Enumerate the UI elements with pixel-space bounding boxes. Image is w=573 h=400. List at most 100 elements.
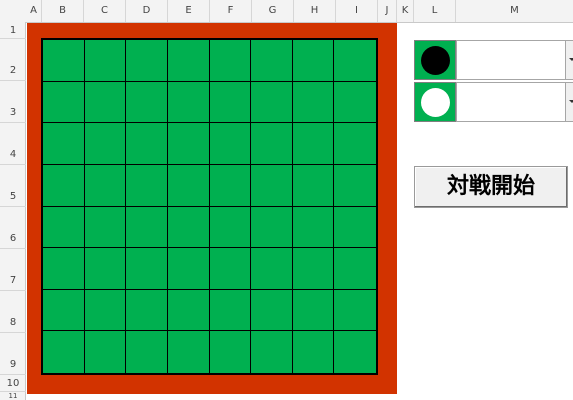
column-header-j[interactable]: J [378,0,397,22]
board-cell[interactable] [292,81,335,124]
board-cell[interactable] [167,248,210,290]
board-cell[interactable] [84,206,127,249]
column-header-g[interactable]: G [252,0,294,22]
column-header-f[interactable]: F [210,0,252,22]
row-header-4[interactable]: 4 [0,123,26,165]
row-header-7[interactable]: 7 [0,249,26,291]
board-cell[interactable] [43,164,85,207]
board-cell[interactable] [167,164,210,207]
column-header-bar: A B C D E F G H I J K L M [0,0,573,23]
row-header-10[interactable]: 10 [0,375,26,392]
board-cell[interactable] [126,206,168,249]
row-header-bar: 1 2 3 4 5 6 7 8 9 10 11 [0,22,26,400]
column-header-m[interactable]: M [456,0,573,22]
chevron-down-icon [569,100,573,103]
board-cell[interactable] [209,164,252,207]
othello-board[interactable] [41,38,378,375]
board-cell[interactable] [126,40,168,82]
white-player-select[interactable] [456,82,573,122]
board-cell[interactable] [167,81,210,124]
row-header-2[interactable]: 2 [0,39,26,81]
board-cell[interactable] [251,331,293,373]
board-cell[interactable] [126,248,168,290]
board-cell[interactable] [210,331,252,373]
board-cell[interactable] [167,123,210,165]
board-cell[interactable] [292,289,335,332]
board-cell[interactable] [251,123,293,165]
column-header-i[interactable]: I [336,0,378,22]
board-cell[interactable] [43,81,85,124]
board-cell[interactable] [126,289,168,332]
board-cell[interactable] [209,123,252,165]
board-cell[interactable] [292,248,335,290]
board-cell[interactable] [167,40,210,82]
column-header-a[interactable]: A [26,0,42,22]
board-cell[interactable] [43,206,85,249]
row-header-3[interactable]: 3 [0,81,26,123]
board-cell[interactable] [43,123,85,165]
board-cell[interactable] [292,123,335,165]
column-header-b[interactable]: B [42,0,84,22]
board-cell[interactable] [84,123,127,165]
board-cell[interactable] [167,206,210,249]
board-cell[interactable] [126,123,168,165]
column-header-d[interactable]: D [126,0,168,22]
column-header-l[interactable]: L [414,0,456,22]
board-cell[interactable] [43,331,85,373]
board-cell[interactable] [334,123,376,165]
board-cell[interactable] [209,289,252,332]
board-cell[interactable] [84,248,127,290]
board-cell[interactable] [209,40,252,82]
board-cell[interactable] [126,81,168,124]
board-cell[interactable] [43,289,85,332]
white-player-dropdown-button[interactable] [565,83,573,121]
board-cell[interactable] [251,40,293,82]
row-header-1[interactable]: 1 [0,22,26,39]
row-header-11[interactable]: 11 [0,392,26,400]
board-cell[interactable] [209,206,252,249]
black-player-dropdown-button[interactable] [565,41,573,79]
board-cell[interactable] [293,331,335,373]
start-match-button[interactable]: 対戦開始 [414,166,568,208]
board-cell[interactable] [84,289,127,332]
board-cell[interactable] [251,248,293,290]
board-cell[interactable] [126,164,168,207]
board-cell[interactable] [251,81,293,124]
board-cell[interactable] [209,81,252,124]
board-cell[interactable] [251,206,293,249]
column-header-h[interactable]: H [294,0,336,22]
board-cell[interactable] [334,207,376,249]
board-cell[interactable] [43,40,85,82]
row-header-5[interactable]: 5 [0,165,26,207]
white-stone-icon [421,88,450,117]
board-cell[interactable] [334,290,376,332]
black-player-select[interactable] [456,40,573,80]
column-header-e[interactable]: E [168,0,210,22]
board-cell[interactable] [334,331,376,373]
row-header-9[interactable]: 9 [0,333,26,375]
board-cell[interactable] [292,206,335,249]
board-cell[interactable] [167,289,210,332]
board-cell[interactable] [43,248,85,290]
row-header-8[interactable]: 8 [0,291,26,333]
board-cell[interactable] [85,331,127,373]
board-cell[interactable] [209,248,252,290]
white-stone-cell [414,82,456,122]
board-cell[interactable] [292,40,335,82]
board-cell[interactable] [334,82,376,124]
black-stone-icon [421,46,450,75]
board-cell[interactable] [84,81,127,124]
board-cell[interactable] [84,164,127,207]
board-cell[interactable] [292,164,335,207]
board-cell[interactable] [84,40,127,82]
board-cell[interactable] [334,165,376,207]
board-cell[interactable] [334,248,376,290]
row-header-6[interactable]: 6 [0,207,26,249]
column-header-c[interactable]: C [84,0,126,22]
board-cell[interactable] [251,164,293,207]
board-cell[interactable] [334,40,376,82]
column-header-k[interactable]: K [397,0,414,22]
board-cell[interactable] [251,289,293,332]
board-cell[interactable] [168,331,210,373]
board-cell[interactable] [126,331,168,373]
